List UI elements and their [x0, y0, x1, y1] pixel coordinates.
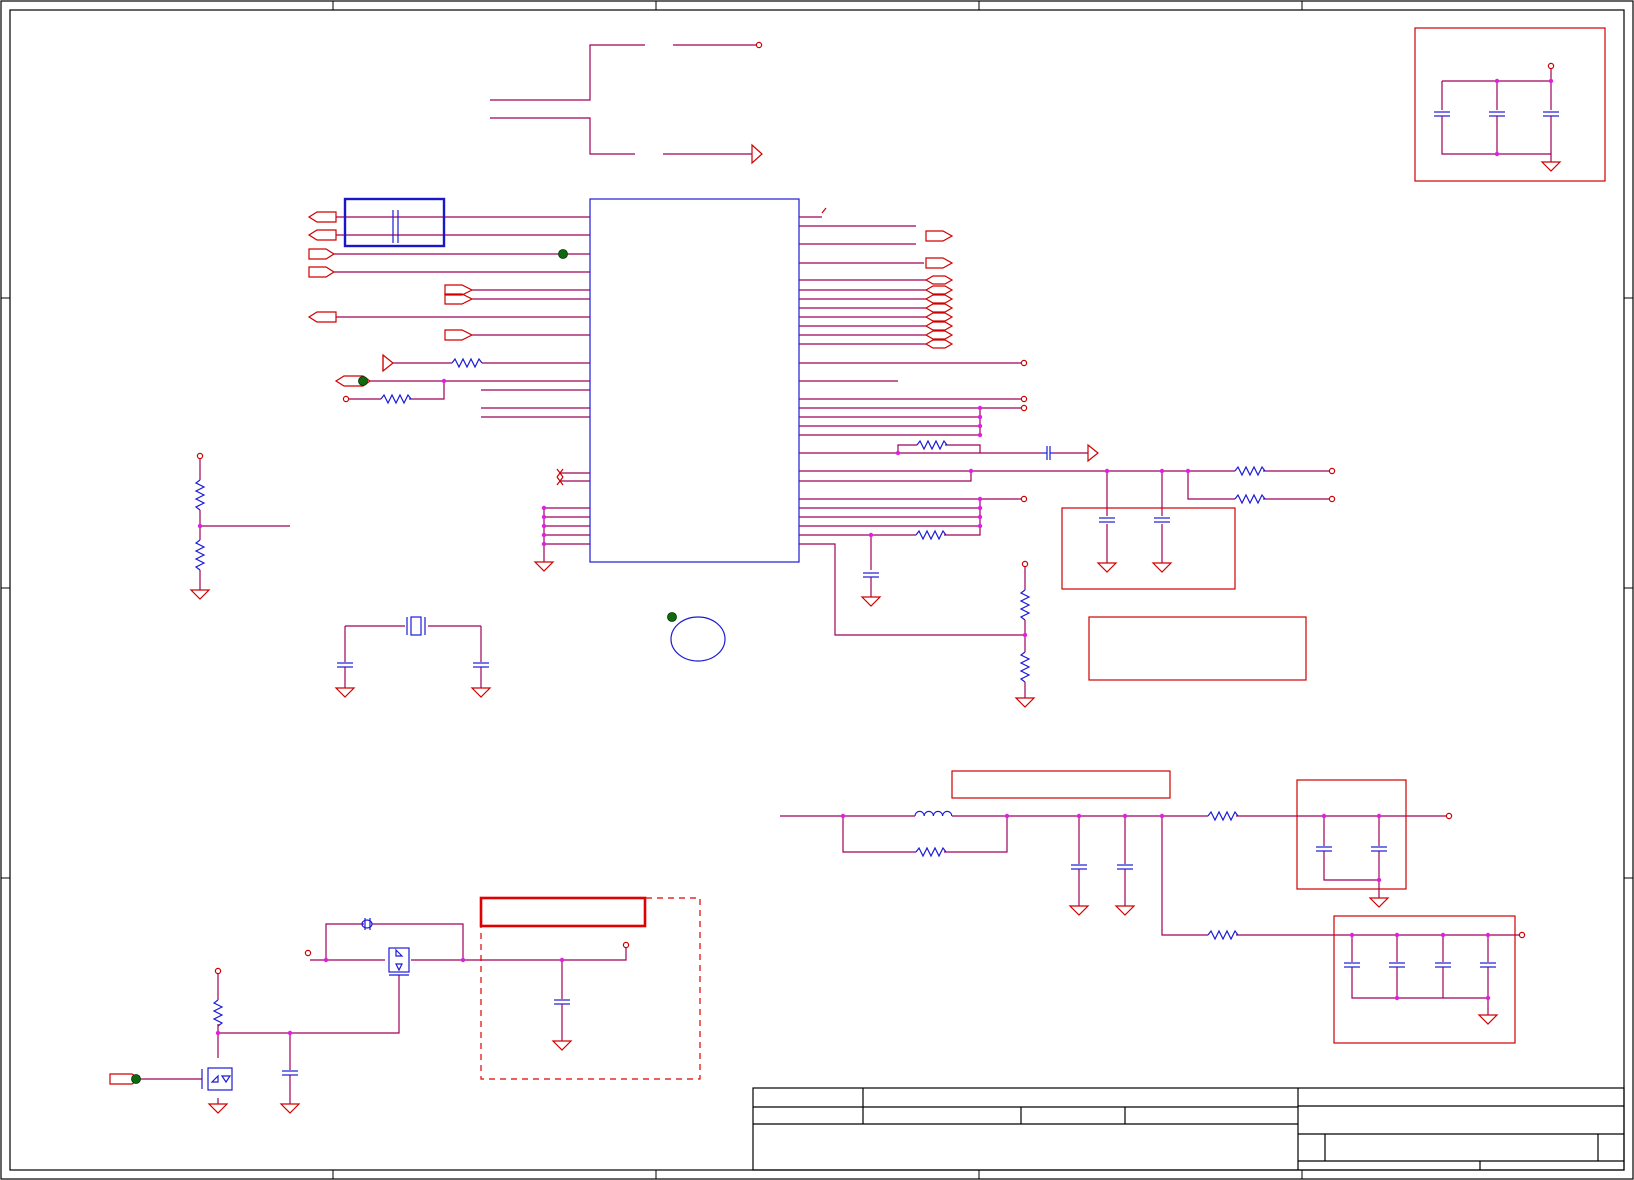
junction-dots — [197, 78, 1554, 1036]
schematic-canvas — [0, 0, 1634, 1180]
junction-dot — [1122, 813, 1128, 819]
junction-dot — [977, 514, 983, 520]
coupling-capacitor-icon — [392, 210, 399, 243]
junction-dot — [541, 505, 547, 511]
junction-dot — [1440, 932, 1446, 938]
title-block — [752, 1087, 1625, 1171]
load-switch-circuit — [109, 923, 630, 1114]
junction-dot — [541, 532, 547, 538]
junction-dot — [541, 541, 547, 547]
crystal-icon — [406, 616, 426, 636]
junction-dot — [1185, 468, 1191, 474]
capacitor-icon — [863, 446, 1170, 578]
junction-dot — [1004, 813, 1010, 819]
junction-dot — [868, 532, 874, 538]
sheet-frame — [0, 0, 1634, 1180]
junction-dot — [559, 957, 565, 963]
junction-dot — [323, 957, 329, 963]
highlight-label-box[interactable] — [479, 896, 647, 928]
no-connect-marks — [556, 207, 827, 486]
junction-dot — [1104, 468, 1110, 474]
left-port-arrows — [307, 211, 474, 403]
test-point-icon[interactable] — [131, 249, 677, 1084]
junction-dot — [541, 514, 547, 520]
junction-dot — [215, 1030, 221, 1036]
resistor-icon — [915, 439, 1266, 541]
junction-dot — [1494, 151, 1500, 157]
ic-left-wiring — [334, 216, 590, 562]
mosfet-icon — [201, 1067, 233, 1091]
mounting-hole — [670, 616, 726, 662]
junction-dot — [1485, 995, 1491, 1001]
junction-dot — [1022, 632, 1028, 638]
junction-dot — [460, 957, 466, 963]
junction-dot — [1159, 468, 1165, 474]
junction-dot — [977, 505, 983, 511]
junction-dot — [1394, 995, 1400, 1001]
junction-dot — [977, 414, 983, 420]
junction-dot — [441, 378, 447, 384]
junction-dot — [968, 468, 974, 474]
junction-dot — [1349, 932, 1355, 938]
top-right-decoupling — [1414, 27, 1606, 182]
junction-dot — [197, 523, 203, 529]
ground-icon — [533, 561, 1173, 607]
right-port-arrows — [924, 230, 1336, 503]
junction-dot — [1376, 813, 1382, 819]
divider-left — [189, 452, 290, 600]
junction-dot — [977, 423, 983, 429]
junction-dot — [977, 405, 983, 411]
junction-dot — [840, 813, 846, 819]
junction-dot — [1394, 932, 1400, 938]
junction-dot — [977, 523, 983, 529]
power-filter — [780, 770, 1526, 939]
junction-dot — [1494, 78, 1500, 84]
junction-dot — [977, 496, 983, 502]
junction-dot — [895, 450, 901, 456]
note-box — [1088, 616, 1307, 681]
junction-dot — [1376, 877, 1382, 883]
junction-dot — [1548, 78, 1554, 84]
resistor-icon — [915, 810, 1239, 941]
junction-dot — [1159, 813, 1165, 819]
mosfet-icon — [388, 947, 410, 976]
junction-dot — [541, 523, 547, 529]
junction-dot — [1485, 932, 1491, 938]
top-feed-network — [490, 41, 763, 165]
main-ic[interactable] — [589, 198, 800, 563]
inductor-icon — [914, 810, 953, 817]
selection-box[interactable] — [343, 197, 446, 248]
junction-dot — [1321, 813, 1327, 819]
decoupling-group-box — [1061, 507, 1236, 590]
decoupling-group-2 — [1296, 779, 1407, 908]
junction-dot — [1076, 813, 1082, 819]
junction-dot — [287, 1030, 293, 1036]
ic-right-wiring — [799, 216, 1330, 636]
schematic-sheet — [0, 0, 1634, 1180]
crystal-circuit — [334, 625, 492, 698]
junction-dot — [977, 432, 983, 438]
